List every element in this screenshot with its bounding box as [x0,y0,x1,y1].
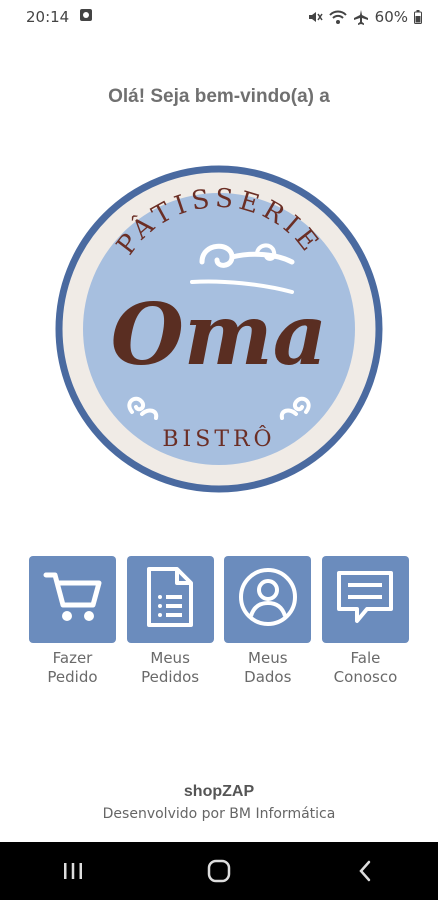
menu-item-fale-conosco[interactable]: Fale Conosco [321,556,409,687]
mute-icon [307,9,323,25]
main-menu: Fazer Pedido Meus Pedidos Meus Dados Fal… [29,556,409,687]
logo-bottom-text: BISTRÔ [162,425,275,452]
brand-logo: PÂTISSERIE Oma BISTRÔ [52,162,386,496]
status-right: 60% [307,8,422,26]
navigation-bar [0,842,438,900]
menu-label: Fale Conosco [333,649,398,686]
wifi-icon [328,9,347,25]
menu-tile[interactable] [321,556,409,643]
menu-label: Meus Pedidos [141,649,200,686]
menu-tile[interactable] [224,556,312,643]
menu-label: Fazer Pedido [47,649,98,686]
chat-icon [333,567,397,632]
status-left: 20:14 [26,8,93,26]
user-icon [237,566,299,633]
menu-item-meus-pedidos[interactable]: Meus Pedidos [126,556,214,687]
footer-developer: Desenvolvido por BM Informática [102,806,336,822]
status-time: 20:14 [26,8,70,26]
menu-item-fazer-pedido[interactable]: Fazer Pedido [29,556,116,687]
menu-label: Meus Dados [244,649,292,686]
battery-icon [414,10,422,24]
cart-icon [42,569,104,630]
airplane-icon [353,9,369,25]
back-icon[interactable] [335,851,395,891]
menu-tile[interactable] [29,556,116,643]
notification-icon [79,8,93,26]
menu-item-meus-dados[interactable]: Meus Dados [224,556,312,687]
menu-tile[interactable] [126,556,214,643]
footer-brand: shopZAP [183,783,255,800]
home-icon[interactable] [189,851,249,891]
status-bar: 20:14 60% [0,0,438,34]
recent-apps-icon[interactable] [43,851,103,891]
battery-text: 60% [374,8,408,26]
document-list-icon [145,565,195,634]
welcome-text: Olá! Seja bem-vindo(a) a [108,86,330,107]
logo-brand-text: Oma [111,285,327,384]
